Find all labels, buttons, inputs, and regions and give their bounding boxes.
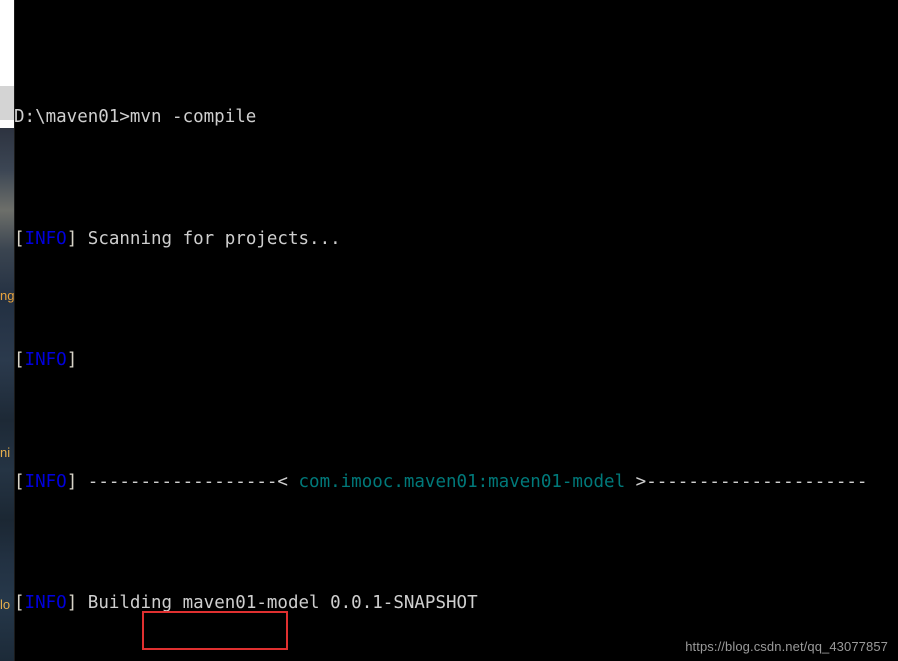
- bracket-open: [: [14, 350, 25, 371]
- bracket-close: ]: [66, 593, 88, 614]
- csdn-watermark: https://blog.csdn.net/qq_43077857: [685, 639, 888, 654]
- info-tag: INFO: [24, 593, 67, 614]
- previous-command-line: D:\maven01>mvn -compile: [14, 107, 257, 128]
- console-line: D:\maven01>mvn -compile: [14, 105, 898, 129]
- bracket-close: ]: [66, 471, 88, 492]
- bracket-close: ]: [66, 350, 88, 371]
- bracket-open: [: [14, 228, 25, 249]
- bracket-open: [: [14, 471, 25, 492]
- desktop-clipped-text-2: ni: [0, 445, 11, 460]
- bracket-open: [: [14, 593, 25, 614]
- desktop-clipped-text-3: lo: [0, 597, 11, 612]
- command-prompt-window[interactable]: D:\maven01>mvn -compile [INFO] Scanning …: [14, 0, 898, 661]
- banner-left-rule: ------------------<: [87, 471, 299, 492]
- info-tag: INFO: [24, 350, 67, 371]
- console-line: [INFO] ------------------< com.imooc.mav…: [14, 470, 898, 494]
- screen: ng ni lo D:\maven01>mvn -compile [INFO] …: [0, 0, 898, 661]
- banner-right-rule: >---------------------: [625, 471, 868, 492]
- console-line: [INFO]: [14, 348, 898, 372]
- building-line: Building maven01-model 0.0.1-SNAPSHOT: [87, 593, 478, 614]
- info-tag: INFO: [24, 471, 67, 492]
- console-line: [INFO] Building maven01-model 0.0.1-SNAP…: [14, 591, 898, 615]
- desktop-background-strip: [0, 0, 14, 661]
- project-coordinate: com.imooc.maven01:maven01-model: [298, 471, 626, 492]
- console-line: [INFO] Scanning for projects...: [14, 227, 898, 251]
- info-tag: INFO: [24, 228, 67, 249]
- bracket-close: ]: [66, 228, 88, 249]
- console-output[interactable]: D:\maven01>mvn -compile [INFO] Scanning …: [14, 8, 898, 661]
- line-text: Scanning for projects...: [87, 228, 341, 249]
- desktop-clipped-text-1: ng: [0, 288, 15, 303]
